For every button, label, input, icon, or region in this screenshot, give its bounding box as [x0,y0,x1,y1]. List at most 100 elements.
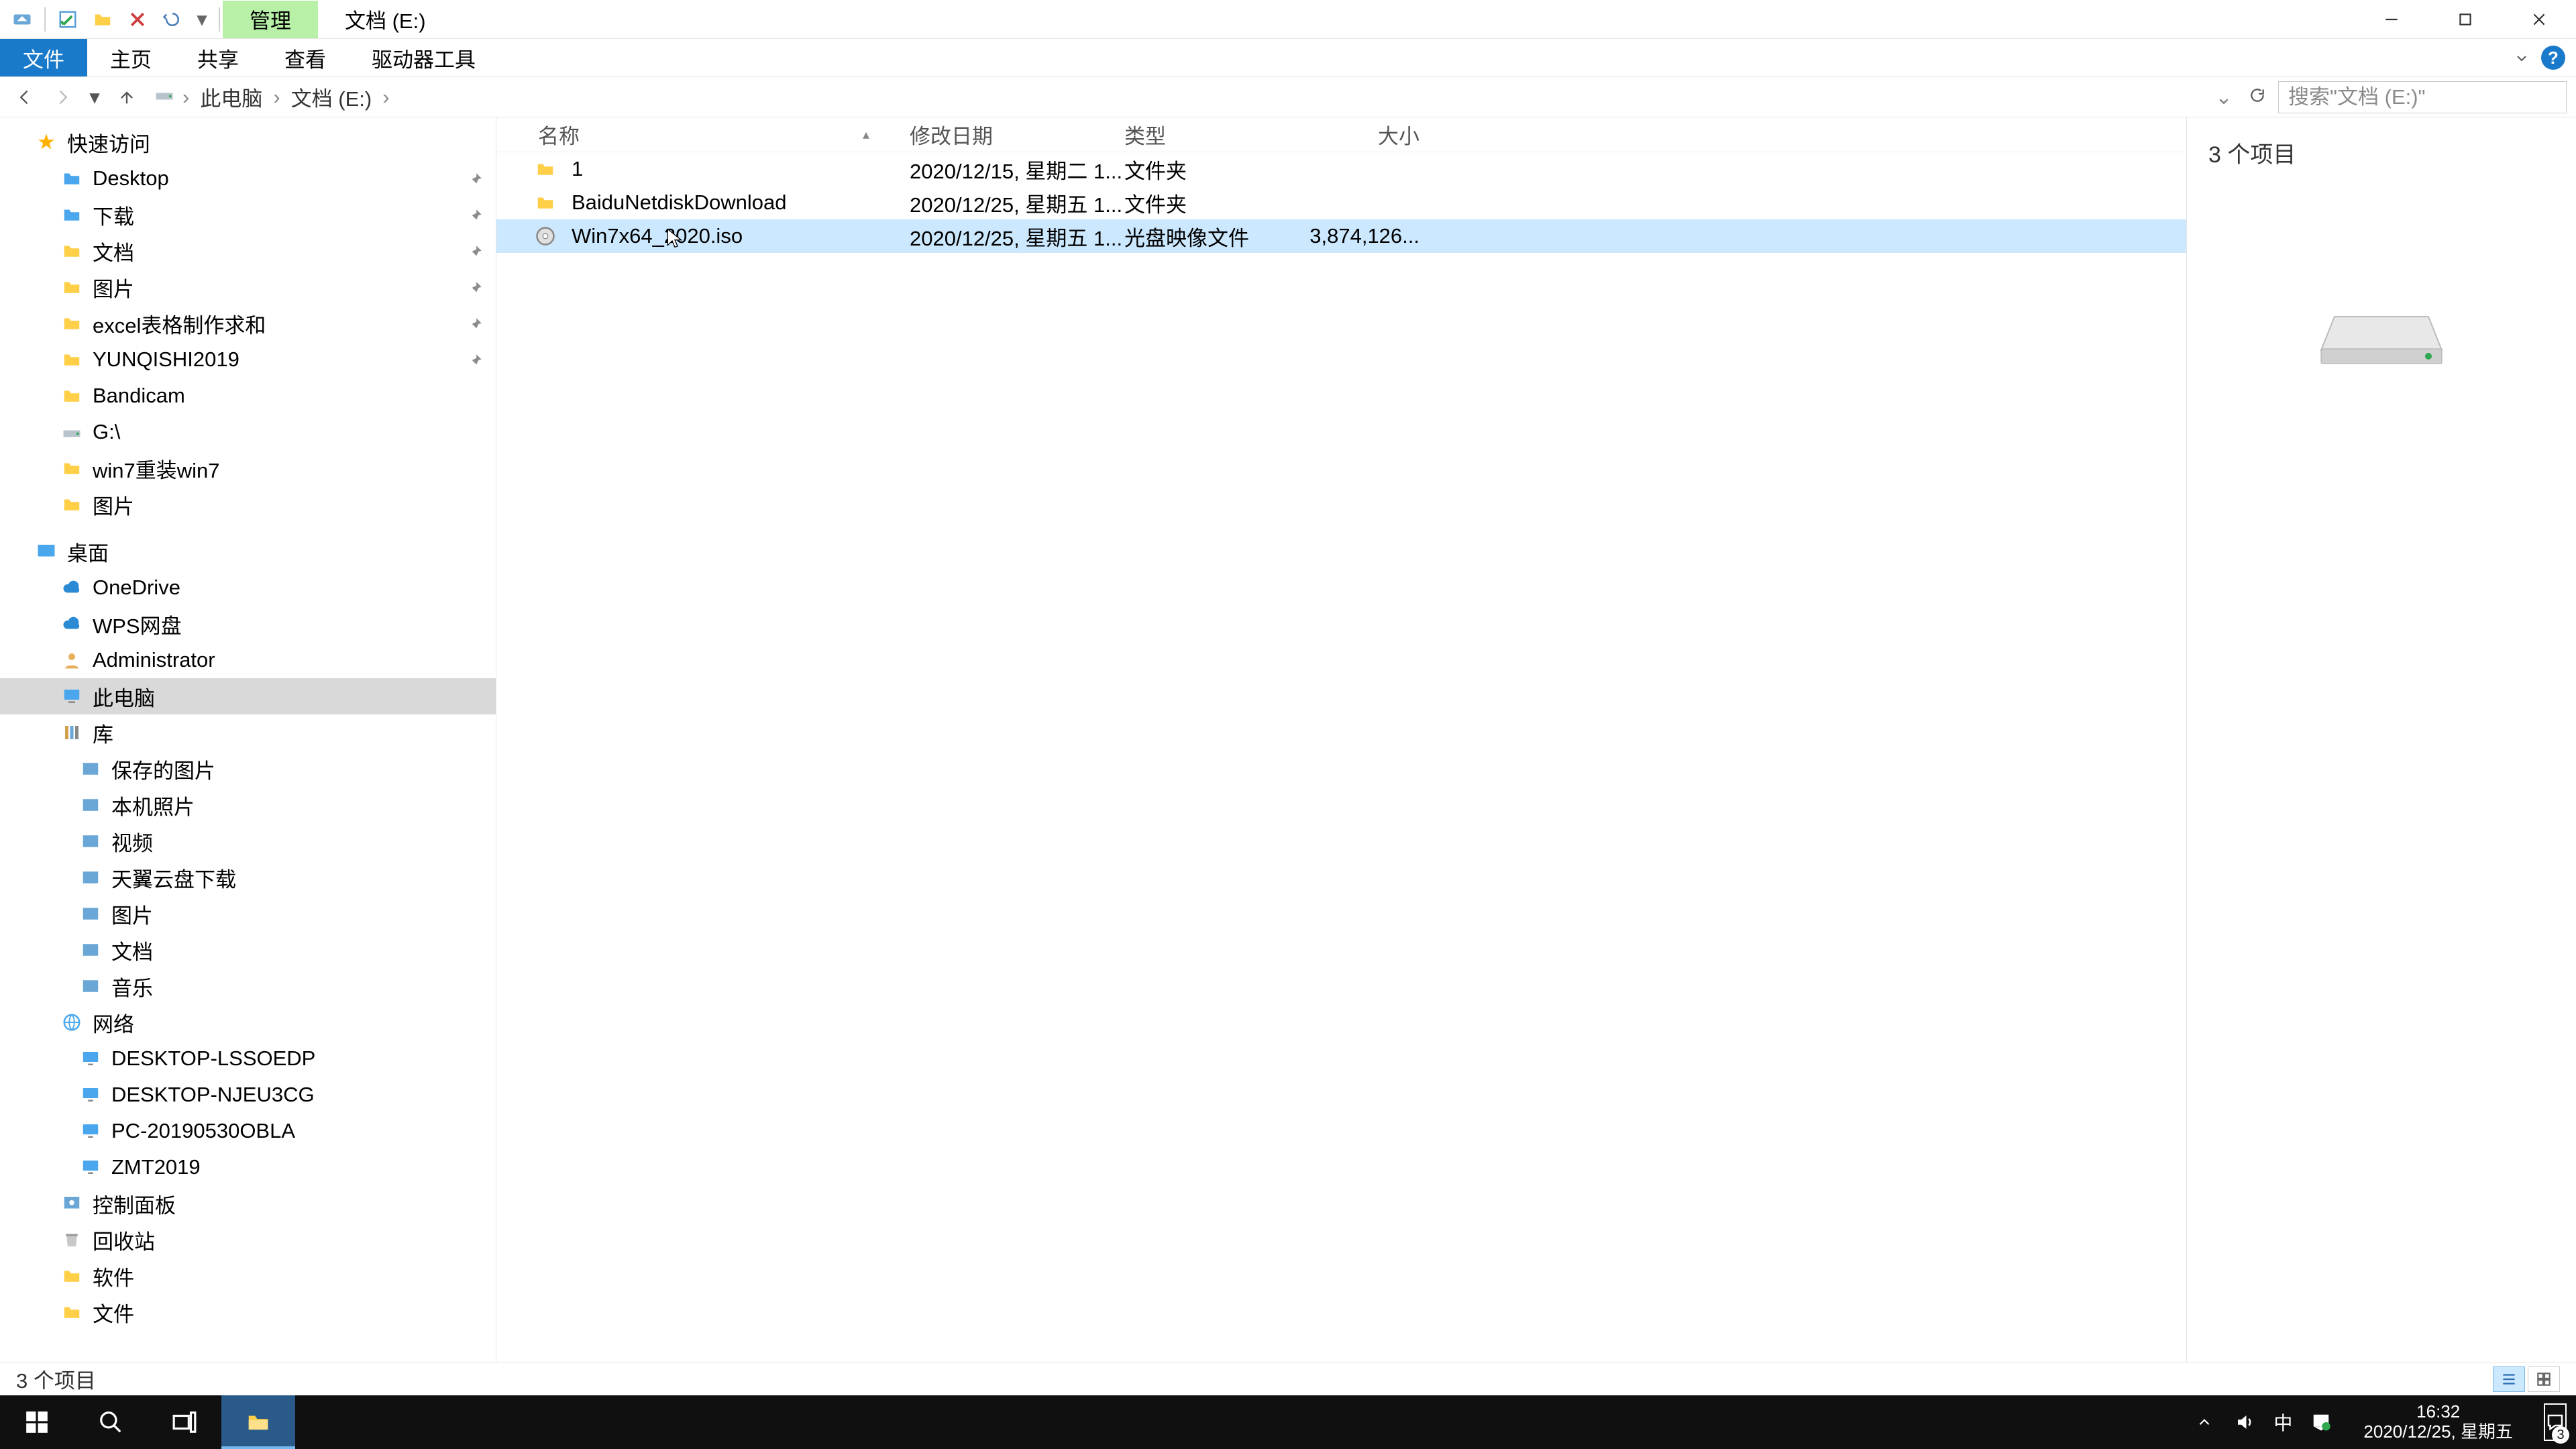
nav-library-item[interactable]: 图片 [0,896,496,932]
ribbon-tab-share[interactable]: 共享 [174,39,262,76]
taskbar-explorer-icon[interactable] [221,1395,295,1449]
nav-quick-access[interactable]: 快速访问 [0,124,496,160]
breadcrumb-this-pc[interactable]: 此电脑 [197,82,265,112]
qat-delete-icon[interactable] [122,4,153,35]
qat-new-folder[interactable] [87,4,118,35]
nav-quick-item[interactable]: 图片 [0,486,496,523]
address-bar: ▾ › 此电脑 › 文档 (E:) › ⌄ [0,77,2576,117]
nav-back-button[interactable] [9,82,40,113]
file-rows[interactable]: 12020/12/15, 星期二 1...文件夹BaiduNetdiskDown… [496,152,2186,253]
library-item-icon [79,830,102,853]
pin-icon [466,170,484,187]
nav-tail-item[interactable]: 软件 [0,1258,496,1294]
nav-desktop-item[interactable]: OneDrive [0,570,496,606]
view-thumbnails-button[interactable] [2528,1366,2560,1392]
column-name-label: 名称 [538,119,580,150]
qat-dropdown-chevron[interactable]: ▾ [192,4,212,35]
column-type-header[interactable]: 类型 [1124,119,1299,150]
nav-desktop-item[interactable]: WPS网盘 [0,606,496,642]
column-size-header[interactable]: 大小 [1299,119,1440,150]
nav-label: 回收站 [93,1225,155,1255]
ribbon-tab-file[interactable]: 文件 [0,39,87,76]
close-button[interactable] [2502,0,2576,39]
nav-desktop-item[interactable]: 库 [0,714,496,751]
breadcrumb-caret-icon[interactable]: › [378,85,393,109]
taskbar[interactable]: 中 16:32 2020/12/25, 星期五 3 [0,1395,2576,1449]
nav-network-item[interactable]: ZMT2019 [0,1149,496,1185]
address-history-dropdown-icon[interactable]: ⌄ [2210,85,2238,109]
computer-icon [79,1083,102,1106]
nav-quick-item[interactable]: excel表格制作求和 [0,305,496,341]
breadcrumb-current[interactable]: 文档 (E:) [288,82,375,112]
folder-icon [60,348,83,371]
nav-quick-item[interactable]: YUNQISHI2019 [0,341,496,378]
search-icon[interactable] [2556,88,2557,107]
search-input[interactable] [2288,85,2556,109]
navigation-pane[interactable]: 快速访问 Desktop下载文档图片excel表格制作求和YUNQISHI201… [0,117,496,1362]
nav-desktop-item[interactable]: 此电脑 [0,678,496,714]
breadcrumb[interactable]: › 此电脑 › 文档 (E:) › ⌄ [149,82,2271,112]
file-row[interactable]: Win7x64_2020.iso2020/12/25, 星期五 1...光盘映像… [496,219,2186,253]
ribbon-tab-view[interactable]: 查看 [262,39,349,76]
nav-quick-item[interactable]: Bandicam [0,378,496,414]
file-row[interactable]: 12020/12/15, 星期二 1...文件夹 [496,152,2186,186]
nav-quick-item[interactable]: 下载 [0,197,496,233]
nav-network-item[interactable]: DESKTOP-LSSOEDP [0,1040,496,1077]
column-date-header[interactable]: 修改日期 [910,119,1124,150]
nav-library-item[interactable]: 天翼云盘下载 [0,859,496,896]
nav-quick-item[interactable]: win7重装win7 [0,450,496,486]
nav-label: 控制面板 [93,1189,176,1219]
minimize-button[interactable] [2355,0,2428,39]
nav-desktop-item[interactable]: Administrator [0,642,496,678]
ime-indicator[interactable]: 中 [2273,1411,2292,1434]
column-name-header[interactable]: 名称 ▴ [534,119,910,150]
file-row[interactable]: BaiduNetdiskDownload2020/12/25, 星期五 1...… [496,186,2186,219]
cloud-blue-icon [60,612,83,635]
nav-tail-item[interactable]: 文件 [0,1294,496,1330]
nav-library-item[interactable]: 视频 [0,823,496,859]
nav-label: Bandicam [93,384,185,408]
volume-icon[interactable] [2233,1411,2256,1434]
nav-network[interactable]: 网络 [0,1004,496,1040]
start-button[interactable] [0,1395,74,1449]
qat-properties[interactable] [52,4,83,35]
nav-library-item[interactable]: 本机照片 [0,787,496,823]
search-box[interactable] [2278,81,2567,113]
tray-overflow-chevron-icon[interactable] [2193,1411,2216,1434]
ribbon-expand-chevron-icon[interactable] [2510,46,2533,69]
breadcrumb-caret-icon[interactable]: › [269,85,284,109]
nav-quick-item[interactable]: 图片 [0,269,496,305]
nav-library-item[interactable]: 保存的图片 [0,751,496,787]
folder-icon [60,384,83,407]
qat-undo-icon[interactable] [157,4,188,35]
taskbar-search-icon[interactable] [74,1395,148,1449]
action-center-icon[interactable]: 3 [2544,1411,2567,1434]
task-view-icon[interactable] [148,1395,221,1449]
nav-network-item[interactable]: DESKTOP-NJEU3CG [0,1077,496,1113]
nav-library-item[interactable]: 文档 [0,932,496,968]
breadcrumb-caret-icon[interactable]: › [178,85,193,109]
security-icon[interactable] [2310,1411,2332,1434]
ribbon-tab-drive-tools[interactable]: 驱动器工具 [349,39,498,76]
library-item-icon [79,938,102,961]
nav-up-button[interactable] [111,82,142,113]
taskbar-clock[interactable]: 16:32 2020/12/25, 星期五 [2350,1402,2526,1442]
explorer-body: 快速访问 Desktop下载文档图片excel表格制作求和YUNQISHI201… [0,117,2576,1362]
nav-quick-item[interactable]: G:\ [0,414,496,450]
view-details-button[interactable] [2493,1366,2525,1392]
nav-desktop-root[interactable]: 桌面 [0,533,496,570]
nav-recent-dropdown[interactable]: ▾ [85,82,105,113]
window-controls [2355,0,2576,39]
ribbon-tab-home[interactable]: 主页 [87,39,174,76]
maximize-button[interactable] [2428,0,2502,39]
qat-ribbon-dropdown[interactable] [7,4,38,35]
nav-network-item[interactable]: PC-20190530OBLA [0,1113,496,1149]
help-button-icon[interactable]: ? [2541,46,2565,70]
nav-library-item[interactable]: 音乐 [0,968,496,1004]
nav-forward-button[interactable] [47,82,78,113]
nav-tail-item[interactable]: 控制面板 [0,1185,496,1222]
nav-quick-item[interactable]: Desktop [0,160,496,197]
refresh-icon[interactable] [2243,85,2271,109]
nav-tail-item[interactable]: 回收站 [0,1222,496,1258]
nav-quick-item[interactable]: 文档 [0,233,496,269]
